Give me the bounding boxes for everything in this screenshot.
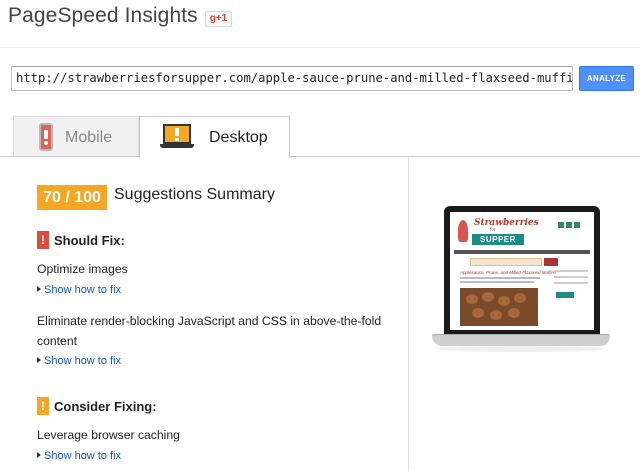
analyze-button[interactable]: ANALYZE bbox=[579, 66, 634, 91]
device-tabs: Mobile Desktop bbox=[0, 116, 640, 158]
google-plus-button[interactable]: g+1 bbox=[205, 11, 232, 27]
sidebar-line bbox=[554, 282, 588, 284]
disclosure-triangle-icon bbox=[37, 357, 41, 363]
exclamation-icon: ! bbox=[37, 397, 49, 415]
laptop-shadow bbox=[438, 346, 604, 352]
disclosure-triangle-icon bbox=[37, 452, 41, 458]
desktop-warning-icon bbox=[160, 124, 194, 150]
show-how-to-fix-link[interactable]: Show how to fix bbox=[37, 355, 121, 367]
social-icon bbox=[566, 222, 572, 228]
sidebar-button bbox=[556, 292, 574, 298]
app-title: PageSpeed Insights bbox=[8, 4, 198, 27]
post-title: Applesauce, Prune, and Milled Flaxseed M… bbox=[460, 270, 557, 275]
text-line bbox=[460, 277, 540, 279]
exclamation-icon: ! bbox=[37, 231, 49, 249]
consider-fixing-title: Consider Fixing: bbox=[54, 399, 157, 414]
header-divider bbox=[0, 47, 640, 48]
laptop-base bbox=[432, 334, 610, 346]
tab-desktop[interactable]: Desktop bbox=[139, 116, 290, 158]
rule-optimize-images: Optimize images bbox=[37, 262, 128, 276]
site-logo-top: Strawberries bbox=[474, 218, 539, 228]
laptop-lid: Strawberries for SUPPER Applesauce, Prun… bbox=[444, 206, 600, 334]
sidebar-line bbox=[554, 270, 588, 272]
rule-render-blocking: Eliminate render-blocking JavaScript and… bbox=[37, 314, 382, 348]
summary-title: Suggestions Summary bbox=[114, 186, 275, 203]
show-how-to-fix-link[interactable]: Show how to fix bbox=[37, 284, 121, 296]
column-divider bbox=[408, 157, 409, 471]
tab-mobile[interactable]: Mobile bbox=[13, 116, 139, 157]
show-how-to-fix-link[interactable]: Show how to fix bbox=[37, 450, 121, 462]
site-logo-mid: for bbox=[490, 227, 496, 233]
tab-desktop-label: Desktop bbox=[209, 129, 268, 146]
tab-mobile-label: Mobile bbox=[65, 129, 113, 146]
strawberry-logo-icon bbox=[458, 220, 468, 242]
sidebar-line bbox=[554, 276, 588, 278]
url-input[interactable]: http://strawberriesforsupper.com/apple-s… bbox=[11, 66, 573, 91]
site-logo-bottom: SUPPER bbox=[472, 234, 524, 245]
should-fix-title: Should Fix: bbox=[54, 233, 125, 248]
rule-browser-caching: Leverage browser caching bbox=[37, 428, 180, 442]
site-preview: Strawberries for SUPPER Applesauce, Prun… bbox=[450, 212, 594, 330]
mobile-warning-icon bbox=[39, 123, 53, 151]
site-banner bbox=[470, 258, 542, 266]
text-line bbox=[460, 281, 534, 283]
score-badge: 70 / 100 bbox=[37, 185, 107, 210]
disclosure-triangle-icon bbox=[37, 286, 41, 292]
social-icon bbox=[558, 222, 564, 228]
site-nav-bar bbox=[454, 250, 590, 254]
social-icon bbox=[574, 222, 580, 228]
muffin-photo bbox=[460, 288, 538, 326]
site-banner-badge bbox=[544, 258, 558, 266]
desktop-preview-screenshot: Strawberries for SUPPER Applesauce, Prun… bbox=[432, 206, 610, 356]
tab-underline bbox=[0, 156, 640, 157]
